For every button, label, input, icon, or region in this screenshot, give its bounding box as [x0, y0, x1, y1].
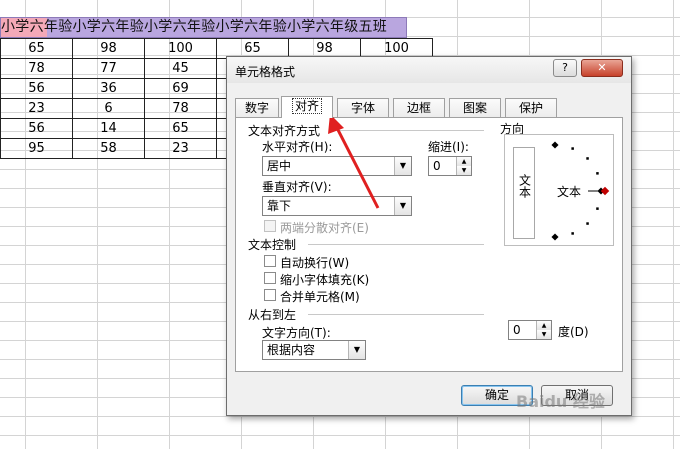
divider — [308, 314, 484, 315]
table-cell[interactable]: 77 — [72, 58, 145, 79]
arrow-shaft — [334, 125, 380, 209]
tab-border[interactable]: 边框 — [393, 98, 445, 117]
close-button[interactable]: ✕ — [581, 59, 623, 77]
shrink-to-fit-checkbox[interactable] — [264, 272, 276, 284]
table-cell[interactable]: 78 — [0, 58, 73, 79]
table-cell[interactable]: 58 — [72, 138, 145, 159]
justify-distributed-label: 两端分散对齐(E) — [280, 221, 369, 235]
dial-text: 文本 — [557, 184, 581, 199]
horizontal-align-value: 居中 — [267, 159, 292, 173]
spin-down-icon[interactable]: ▼ — [456, 166, 471, 175]
table-cell[interactable]: 45 — [144, 58, 217, 79]
justify-distributed-checkbox[interactable] — [264, 220, 276, 232]
text-direction-label: 文字方向(T): — [262, 326, 331, 340]
table-cell[interactable]: 23 — [0, 98, 73, 119]
degrees-spinner[interactable]: 0 ▲ ▼ — [508, 320, 552, 340]
dial-tick — [596, 207, 599, 210]
table-cell[interactable]: 23 — [144, 138, 217, 159]
table-cell[interactable]: 14 — [72, 118, 145, 139]
degrees-value: 0 — [513, 323, 521, 337]
text-direction-select[interactable]: 根据内容 ▼ — [262, 340, 366, 360]
wrap-text-checkbox[interactable] — [264, 255, 276, 267]
text-control-heading: 文本控制 — [248, 238, 297, 252]
orientation-box: 文本 文本 — [504, 134, 614, 246]
dial-tick — [571, 147, 574, 150]
dialog-title: 单元格格式 — [235, 65, 296, 79]
merge-cells-label: 合并单元格(M) — [280, 290, 360, 304]
orientation-dial[interactable]: 文本 — [541, 141, 613, 241]
merged-header-cell[interactable]: 小学六年验小学六年验小学六年验小学六年验小学六年级五班 — [0, 17, 407, 38]
tab-alignment[interactable]: 对齐 — [281, 96, 333, 118]
dial-tick — [571, 232, 574, 235]
vertical-text-button[interactable]: 文本 — [513, 147, 535, 239]
table-cell[interactable]: 95 — [0, 138, 73, 159]
text-alignment-heading: 文本对齐方式 — [248, 124, 321, 138]
baidu-watermark: Baidu 经验 — [516, 392, 605, 411]
dial-tick — [586, 157, 589, 160]
table-cell[interactable]: 36 — [72, 78, 145, 99]
vertical-align-value: 靠下 — [267, 199, 292, 213]
indent-value: 0 — [433, 159, 441, 173]
spin-up-icon[interactable]: ▲ — [456, 157, 471, 166]
help-button[interactable]: ? — [553, 59, 577, 77]
text-direction-value: 根据内容 — [267, 343, 316, 357]
chevron-down-icon[interactable]: ▼ — [394, 197, 411, 215]
dial-tick — [586, 222, 589, 225]
dial-marker[interactable] — [600, 186, 610, 196]
tab-protection[interactable]: 保护 — [505, 98, 557, 117]
format-cells-dialog: 单元格格式 ? ✕ 数字 对齐 字体 边框 图案 保护 文本对齐方式 水平对齐(… — [226, 56, 632, 416]
merge-cells-checkbox[interactable] — [264, 289, 276, 301]
wrap-text-label: 自动换行(W) — [280, 256, 350, 270]
annotation-arrow — [328, 114, 380, 209]
table-cell[interactable]: 56 — [0, 78, 73, 99]
degrees-label: 度(D) — [558, 325, 589, 339]
rtl-heading: 从右到左 — [248, 308, 297, 322]
divider — [308, 244, 484, 245]
table-cell[interactable]: 98 — [72, 38, 145, 59]
tab-pattern[interactable]: 图案 — [449, 98, 501, 117]
dial-tick — [596, 172, 599, 175]
shrink-to-fit-label: 缩小字体填充(K) — [280, 273, 370, 287]
dial-tick — [551, 141, 559, 149]
indent-label: 缩进(I): — [428, 140, 469, 154]
spin-up-icon[interactable]: ▲ — [536, 321, 551, 330]
table-cell[interactable]: 65 — [0, 38, 73, 59]
table-cell[interactable]: 100 — [144, 38, 217, 59]
table-cell[interactable]: 56 — [0, 118, 73, 139]
chevron-down-icon[interactable]: ▼ — [394, 157, 411, 175]
dial-tick — [551, 233, 559, 241]
table-cell[interactable]: 65 — [144, 118, 217, 139]
table-cell[interactable]: 78 — [144, 98, 217, 119]
header-cell-text: 小学六年验小学六年验小学六年验小学六年验小学六年级五班 — [1, 19, 388, 35]
indent-spinner[interactable]: 0 ▲ ▼ — [428, 156, 472, 176]
dialog-titlebar[interactable]: 单元格格式 ? ✕ — [227, 57, 631, 83]
spin-down-icon[interactable]: ▼ — [536, 330, 551, 339]
table-cell[interactable]: 69 — [144, 78, 217, 99]
tab-number[interactable]: 数字 — [235, 98, 279, 117]
table-cell[interactable]: 6 — [72, 98, 145, 119]
chevron-down-icon[interactable]: ▼ — [348, 341, 365, 359]
alignment-panel: 文本对齐方式 水平对齐(H): 居中 ▼ 缩进(I): 0 ▲ ▼ 垂直对齐(V… — [235, 117, 623, 372]
